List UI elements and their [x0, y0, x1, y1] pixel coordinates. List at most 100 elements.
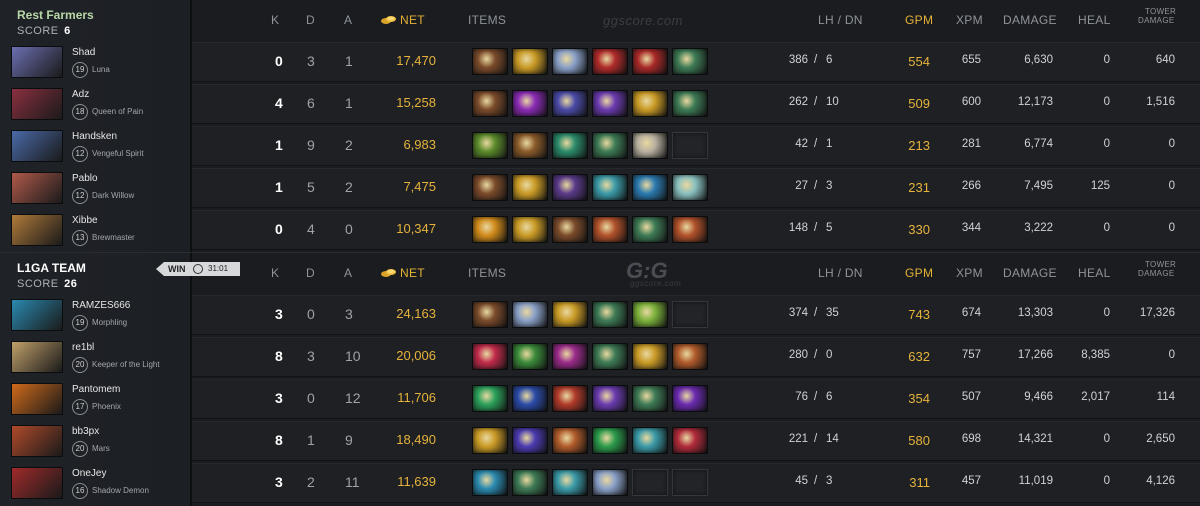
tower-damage: 0	[1168, 180, 1175, 192]
item-slot[interactable]	[512, 301, 548, 328]
item-slot[interactable]	[552, 216, 588, 243]
item-slot[interactable]	[472, 469, 508, 496]
item-slot[interactable]	[552, 48, 588, 75]
hero-avatar[interactable]	[11, 172, 63, 204]
item-slot[interactable]	[512, 132, 548, 159]
hero-avatar[interactable]	[11, 46, 63, 78]
hero-avatar[interactable]	[11, 467, 63, 499]
item-slot[interactable]	[552, 301, 588, 328]
item-slot[interactable]	[592, 469, 628, 496]
item-slot[interactable]	[512, 216, 548, 243]
deaths: 6	[307, 95, 315, 111]
item-slot[interactable]	[632, 132, 668, 159]
item-slot[interactable]	[552, 343, 588, 370]
item-slot[interactable]	[592, 90, 628, 117]
last-hits: 386	[788, 54, 808, 66]
item-slot[interactable]	[472, 90, 508, 117]
net-worth: 6,983	[403, 137, 436, 152]
player-name[interactable]: Shad	[72, 47, 95, 58]
xpm: 344	[961, 222, 981, 234]
header-a: A	[344, 13, 353, 27]
item-slot[interactable]	[552, 90, 588, 117]
watermark-bottom: ggscore.com	[630, 279, 682, 288]
gpm: 231	[908, 180, 930, 195]
gpm: 632	[908, 349, 930, 364]
hero-avatar[interactable]	[11, 341, 63, 373]
item-slot[interactable]	[512, 343, 548, 370]
item-slot[interactable]	[672, 90, 708, 117]
player-name[interactable]: bb3px	[72, 426, 99, 437]
hero-avatar[interactable]	[11, 214, 63, 246]
item-slot[interactable]	[552, 469, 588, 496]
player-name[interactable]: Adz	[72, 89, 89, 100]
item-slot[interactable]	[632, 48, 668, 75]
item-slot[interactable]	[512, 427, 548, 454]
gpm: 330	[908, 222, 930, 237]
item-slot[interactable]	[472, 385, 508, 412]
player-name[interactable]: Pablo	[72, 173, 98, 184]
last-hits: 374	[788, 307, 808, 319]
item-slot[interactable]	[472, 216, 508, 243]
item-slot[interactable]	[472, 132, 508, 159]
item-slot[interactable]	[632, 343, 668, 370]
item-slot[interactable]	[592, 301, 628, 328]
hero-level-badge: 13	[72, 230, 88, 246]
player-name[interactable]: re1bl	[72, 342, 94, 353]
item-slot[interactable]	[472, 343, 508, 370]
item-slot[interactable]	[472, 48, 508, 75]
hero-name: Keeper of the Light	[92, 360, 160, 369]
player-name[interactable]: Pantomem	[72, 384, 120, 395]
item-slot[interactable]	[592, 132, 628, 159]
item-slot[interactable]	[632, 427, 668, 454]
item-slot[interactable]	[512, 469, 548, 496]
item-slot[interactable]	[552, 132, 588, 159]
player-name[interactable]: Xibbe	[72, 215, 98, 226]
item-slot[interactable]	[512, 90, 548, 117]
hero-avatar[interactable]	[11, 383, 63, 415]
denies: 3	[826, 475, 833, 487]
item-slot[interactable]	[472, 427, 508, 454]
item-slot[interactable]	[552, 174, 588, 201]
item-slot[interactable]	[472, 174, 508, 201]
player-name[interactable]: Handsken	[72, 131, 117, 142]
item-slot[interactable]	[672, 48, 708, 75]
item-slot[interactable]	[632, 216, 668, 243]
item-slot[interactable]	[672, 427, 708, 454]
denies: 10	[826, 96, 839, 108]
item-slot[interactable]	[672, 174, 708, 201]
item-slot[interactable]	[592, 48, 628, 75]
item-slot[interactable]	[672, 216, 708, 243]
hero-avatar[interactable]	[11, 425, 63, 457]
item-slot[interactable]	[672, 343, 708, 370]
item-slot[interactable]	[512, 48, 548, 75]
assists: 0	[345, 221, 353, 237]
deaths: 9	[307, 137, 315, 153]
item-slot[interactable]	[592, 174, 628, 201]
hero-avatar[interactable]	[11, 88, 63, 120]
lh-dn-separator: /	[814, 307, 818, 319]
damage: 9,466	[1024, 391, 1053, 403]
damage: 14,321	[1017, 433, 1053, 445]
score-value: 6	[60, 25, 71, 37]
item-slot[interactable]	[512, 174, 548, 201]
hero-avatar[interactable]	[11, 299, 63, 331]
item-slot[interactable]	[552, 385, 588, 412]
player-name[interactable]: OneJey	[72, 468, 106, 479]
item-slot[interactable]	[472, 301, 508, 328]
item-slot[interactable]	[552, 427, 588, 454]
item-slot[interactable]	[632, 301, 668, 328]
team-name: Rest Farmers	[17, 8, 94, 22]
xpm: 600	[961, 96, 981, 108]
item-slot[interactable]	[672, 385, 708, 412]
item-slot[interactable]	[592, 385, 628, 412]
hero-avatar[interactable]	[11, 130, 63, 162]
item-slot[interactable]	[632, 174, 668, 201]
item-slot[interactable]	[632, 385, 668, 412]
item-slot[interactable]	[592, 216, 628, 243]
hero-name: Mars	[92, 444, 110, 453]
item-slot[interactable]	[512, 385, 548, 412]
item-slot[interactable]	[592, 343, 628, 370]
item-slot[interactable]	[592, 427, 628, 454]
player-name[interactable]: RAMZES666	[72, 300, 130, 311]
item-slot[interactable]	[632, 90, 668, 117]
